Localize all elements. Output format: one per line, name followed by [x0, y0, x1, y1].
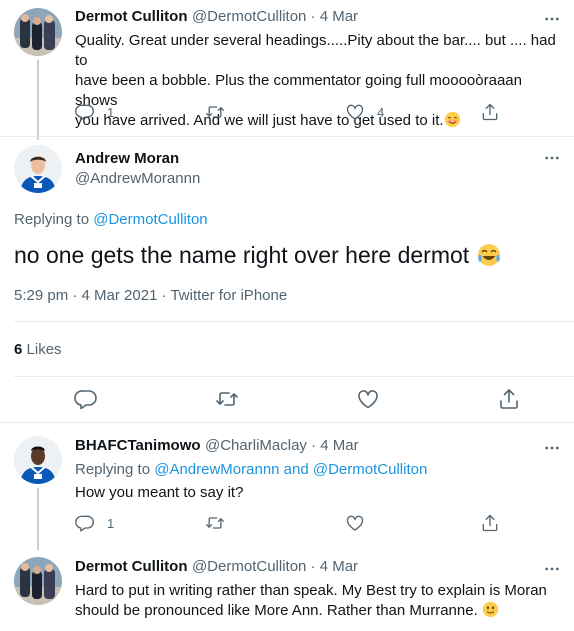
avatar[interactable]	[14, 557, 62, 605]
author-name[interactable]: Dermot Culliton	[75, 8, 188, 25]
likes-count: 6	[14, 341, 23, 358]
divider	[14, 376, 574, 377]
retweet-button[interactable]	[215, 387, 239, 411]
more-options-button[interactable]	[542, 438, 562, 458]
reply-count: 1	[107, 104, 115, 120]
like-button[interactable]	[356, 387, 380, 411]
thread-line	[37, 488, 39, 550]
share-icon	[480, 513, 500, 533]
replying-to: Replying to @AndrewMorannn and @DermotCu…	[75, 461, 428, 478]
avatar[interactable]	[14, 145, 62, 193]
retweet-icon	[205, 513, 225, 533]
author-handle-time[interactable]: @DermotCulliton · 4 Mar	[192, 8, 358, 25]
mention-link[interactable]: @DermotCulliton	[93, 211, 207, 228]
reply-count: 1	[107, 515, 115, 531]
main-tweet-text: no one gets the name right over here der…	[14, 240, 502, 270]
tweet-header: Dermot Culliton @DermotCulliton · 4 Mar	[75, 8, 358, 26]
author-name[interactable]: BHAFCTanimowo	[75, 437, 201, 454]
share-icon	[497, 387, 521, 411]
tweet-header: BHAFCTanimowo @CharliMaclay · 4 Mar	[75, 437, 359, 455]
reply-icon	[75, 513, 95, 533]
retweet-button[interactable]	[205, 513, 225, 533]
more-options-button[interactable]	[542, 559, 562, 579]
like-button[interactable]	[345, 513, 365, 533]
divider	[0, 422, 574, 423]
share-button[interactable]	[480, 513, 500, 533]
more-icon	[543, 560, 561, 578]
share-icon	[480, 102, 500, 122]
avatar-image-icon	[14, 8, 62, 56]
replying-to: Replying to @DermotCulliton	[14, 211, 208, 228]
mention-link[interactable]: @AndrewMorannn and @DermotCulliton	[154, 461, 427, 478]
avatar[interactable]	[14, 8, 62, 56]
like-button[interactable]: 4	[345, 102, 384, 122]
author-handle[interactable]: @AndrewMorannn	[75, 170, 200, 187]
retweet-icon	[205, 102, 225, 122]
slightly-smiling-face-icon	[482, 601, 499, 618]
reply-icon	[75, 102, 95, 122]
avatar[interactable]	[14, 436, 62, 484]
share-button[interactable]	[497, 387, 521, 411]
author-handle-time[interactable]: @DermotCulliton · 4 Mar	[192, 558, 358, 575]
author-name[interactable]: Andrew Moran	[75, 150, 200, 167]
tweet-text: How you meant to say it?	[75, 484, 244, 501]
more-options-button[interactable]	[542, 148, 562, 168]
retweet-button[interactable]	[205, 102, 225, 122]
tears-of-joy-icon	[477, 244, 500, 266]
more-icon	[543, 149, 561, 167]
like-icon	[345, 102, 365, 122]
tweet-text: Hard to put in writing rather than speak…	[75, 582, 547, 619]
more-icon	[543, 439, 561, 457]
like-icon	[345, 513, 365, 533]
avatar-image-icon	[14, 557, 62, 605]
retweet-icon	[215, 387, 239, 411]
avatar-image-icon	[14, 436, 62, 484]
reply-button[interactable]: 1	[75, 102, 114, 122]
more-icon	[543, 10, 561, 28]
divider	[14, 321, 574, 322]
like-count: 4	[377, 104, 385, 120]
avatar-image-icon	[14, 145, 62, 193]
reply-button[interactable]: 1	[75, 513, 114, 533]
reply-button[interactable]	[74, 387, 98, 411]
more-options-button[interactable]	[542, 9, 562, 29]
reply-icon	[74, 387, 98, 411]
share-button[interactable]	[480, 102, 500, 122]
author-handle-time[interactable]: @CharliMaclay · 4 Mar	[205, 437, 359, 454]
likes-label: Likes	[26, 341, 62, 358]
thread-line	[37, 60, 39, 140]
tweet-header: Dermot Culliton @DermotCulliton · 4 Mar	[75, 558, 358, 576]
smiling-face-icon	[444, 111, 460, 128]
likes-stat[interactable]: 6 Likes	[14, 341, 62, 358]
tweet-meta[interactable]: 5:29 pm · 4 Mar 2021 · Twitter for iPhon…	[14, 287, 287, 304]
main-author[interactable]: Andrew Moran @AndrewMorannn	[75, 150, 200, 187]
like-icon	[356, 387, 380, 411]
author-name[interactable]: Dermot Culliton	[75, 558, 188, 575]
divider	[0, 136, 574, 137]
